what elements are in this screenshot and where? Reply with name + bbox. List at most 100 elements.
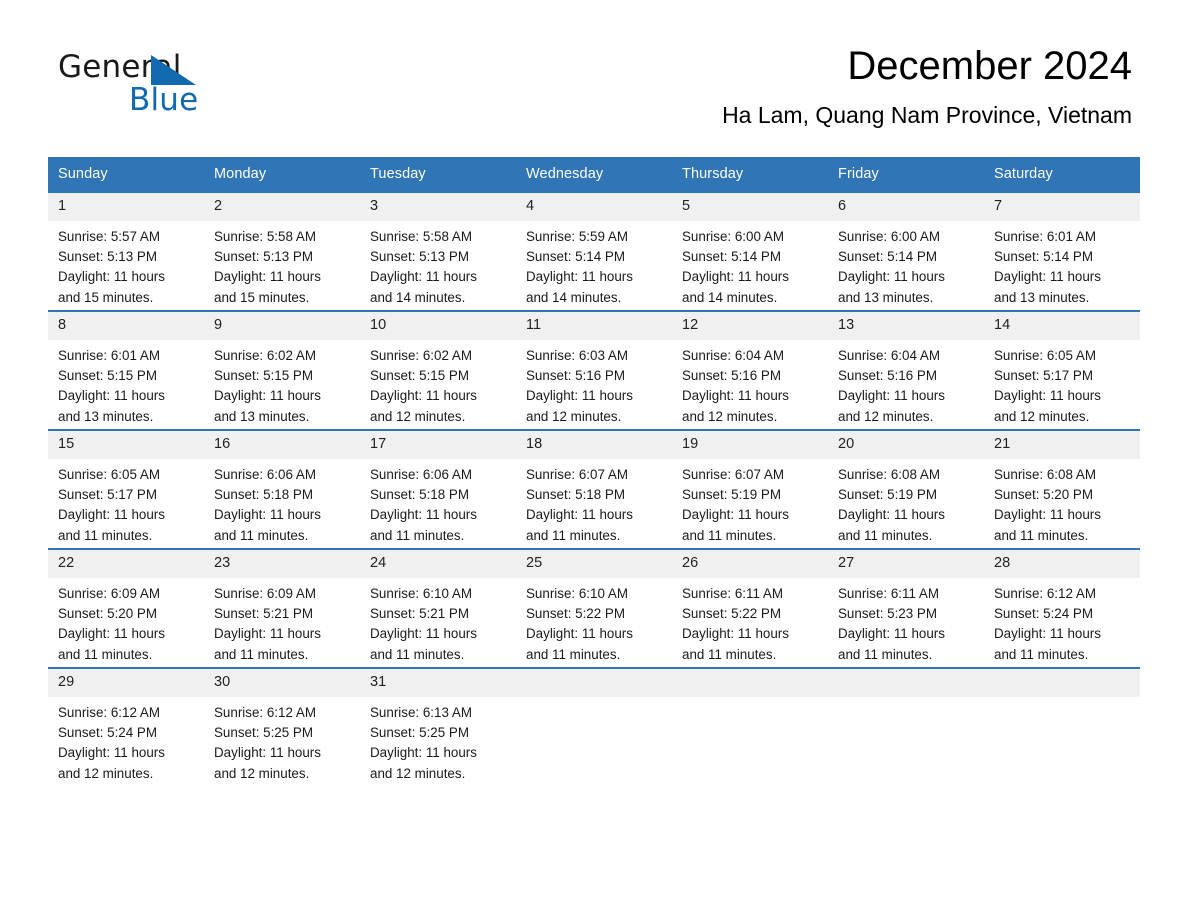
day-number: 27: [828, 550, 984, 578]
day-cell[interactable]: 31 Sunrise: 6:13 AM Sunset: 5:25 PM Dayl…: [360, 667, 516, 784]
day-number: 18: [516, 431, 672, 459]
daylight-text-line1: Daylight: 11 hours: [526, 507, 633, 523]
sunrise-text: Sunrise: 6:05 AM: [58, 467, 160, 482]
day-cell[interactable]: 30 Sunrise: 6:12 AM Sunset: 5:25 PM Dayl…: [204, 667, 360, 784]
daylight-text-line1: Daylight: 11 hours: [682, 388, 789, 404]
daylight-text-line1: Daylight: 11 hours: [838, 507, 945, 523]
day-cell[interactable]: 9 Sunrise: 6:02 AM Sunset: 5:15 PM Dayli…: [204, 310, 360, 430]
daylight-text-line2: and 12 minutes.: [526, 408, 622, 424]
daylight-text-line1: Daylight: 11 hours: [838, 626, 945, 642]
sunrise-text: Sunrise: 6:07 AM: [526, 467, 628, 482]
day-number: 25: [516, 550, 672, 578]
day-number: 23: [204, 550, 360, 578]
sunset-text: Sunset: 5:23 PM: [838, 606, 937, 622]
day-info: Sunrise: 6:09 AM Sunset: 5:20 PM Dayligh…: [48, 578, 204, 665]
sunset-text: Sunset: 5:19 PM: [682, 487, 781, 503]
day-cell[interactable]: 3 Sunrise: 5:58 AM Sunset: 5:13 PM Dayli…: [360, 191, 516, 311]
weekday-header-saturday: Saturday: [984, 157, 1140, 192]
day-cell[interactable]: 11 Sunrise: 6:03 AM Sunset: 5:16 PM Dayl…: [516, 310, 672, 430]
day-cell[interactable]: 15 Sunrise: 6:05 AM Sunset: 5:17 PM Dayl…: [48, 429, 204, 549]
day-cell[interactable]: 10 Sunrise: 6:02 AM Sunset: 5:15 PM Dayl…: [360, 310, 516, 430]
day-cell[interactable]: 23 Sunrise: 6:09 AM Sunset: 5:21 PM Dayl…: [204, 548, 360, 668]
day-cell[interactable]: 26 Sunrise: 6:11 AM Sunset: 5:22 PM Dayl…: [672, 548, 828, 668]
day-info: Sunrise: 6:06 AM Sunset: 5:18 PM Dayligh…: [204, 459, 360, 546]
day-cell[interactable]: 20 Sunrise: 6:08 AM Sunset: 5:19 PM Dayl…: [828, 429, 984, 549]
day-cell[interactable]: 28 Sunrise: 6:12 AM Sunset: 5:24 PM Dayl…: [984, 548, 1140, 668]
sunset-text: Sunset: 5:13 PM: [58, 249, 157, 265]
daylight-text-line2: and 13 minutes.: [838, 289, 934, 305]
general-blue-logo[interactable]: General Blue: [58, 52, 288, 122]
day-cell[interactable]: 21 Sunrise: 6:08 AM Sunset: 5:20 PM Dayl…: [984, 429, 1140, 549]
sunset-text: Sunset: 5:19 PM: [838, 487, 937, 503]
daylight-text-line1: Daylight: 11 hours: [58, 626, 165, 642]
sunset-text: Sunset: 5:18 PM: [214, 487, 313, 503]
day-number: 13: [828, 312, 984, 340]
sunset-text: Sunset: 5:14 PM: [994, 249, 1093, 265]
daylight-text-line1: Daylight: 11 hours: [682, 269, 789, 285]
day-cell[interactable]: 17 Sunrise: 6:06 AM Sunset: 5:18 PM Dayl…: [360, 429, 516, 549]
logo-word-blue: Blue: [129, 82, 199, 118]
daylight-text-line1: Daylight: 11 hours: [370, 269, 477, 285]
sunset-text: Sunset: 5:18 PM: [526, 487, 625, 503]
daylight-text-line2: and 11 minutes.: [370, 646, 465, 662]
daylight-text-line2: and 12 minutes.: [214, 765, 310, 781]
sunrise-text: Sunrise: 6:01 AM: [58, 348, 160, 363]
day-cell[interactable]: 14 Sunrise: 6:05 AM Sunset: 5:17 PM Dayl…: [984, 310, 1140, 430]
day-cell[interactable]: 12 Sunrise: 6:04 AM Sunset: 5:16 PM Dayl…: [672, 310, 828, 430]
sunrise-text: Sunrise: 6:08 AM: [838, 467, 940, 482]
sunrise-text: Sunrise: 6:02 AM: [214, 348, 316, 363]
sunset-text: Sunset: 5:17 PM: [58, 487, 157, 503]
day-info: Sunrise: 6:12 AM Sunset: 5:24 PM Dayligh…: [984, 578, 1140, 665]
day-cell[interactable]: 22 Sunrise: 6:09 AM Sunset: 5:20 PM Dayl…: [48, 548, 204, 668]
daylight-text-line1: Daylight: 11 hours: [214, 269, 321, 285]
sunrise-text: Sunrise: 6:06 AM: [214, 467, 316, 482]
weekday-header-friday: Friday: [828, 157, 984, 192]
day-info: Sunrise: 5:58 AM Sunset: 5:13 PM Dayligh…: [360, 221, 516, 308]
day-info: Sunrise: 6:01 AM Sunset: 5:15 PM Dayligh…: [48, 340, 204, 427]
day-cell[interactable]: 25 Sunrise: 6:10 AM Sunset: 5:22 PM Dayl…: [516, 548, 672, 668]
daylight-text-line1: Daylight: 11 hours: [58, 269, 165, 285]
weekday-header-sunday: Sunday: [48, 157, 204, 192]
day-cell[interactable]: 16 Sunrise: 6:06 AM Sunset: 5:18 PM Dayl…: [204, 429, 360, 549]
sunset-text: Sunset: 5:24 PM: [58, 725, 157, 741]
daylight-text-line1: Daylight: 11 hours: [994, 269, 1101, 285]
day-cell[interactable]: 1 Sunrise: 5:57 AM Sunset: 5:13 PM Dayli…: [48, 191, 204, 311]
day-info: Sunrise: 5:58 AM Sunset: 5:13 PM Dayligh…: [204, 221, 360, 308]
daylight-text-line1: Daylight: 11 hours: [526, 626, 633, 642]
daylight-text-line2: and 14 minutes.: [682, 289, 778, 305]
day-cell[interactable]: 13 Sunrise: 6:04 AM Sunset: 5:16 PM Dayl…: [828, 310, 984, 430]
weekday-header-wednesday: Wednesday: [516, 157, 672, 192]
sunset-text: Sunset: 5:13 PM: [214, 249, 313, 265]
sunset-text: Sunset: 5:22 PM: [526, 606, 625, 622]
day-number: [672, 669, 828, 697]
daylight-text-line2: and 11 minutes.: [370, 527, 465, 543]
day-cell[interactable]: 18 Sunrise: 6:07 AM Sunset: 5:18 PM Dayl…: [516, 429, 672, 549]
sunrise-text: Sunrise: 6:03 AM: [526, 348, 628, 363]
title-block: December 2024 Ha Lam, Quang Nam Province…: [722, 44, 1132, 129]
day-cell[interactable]: 19 Sunrise: 6:07 AM Sunset: 5:19 PM Dayl…: [672, 429, 828, 549]
daylight-text-line1: Daylight: 11 hours: [682, 507, 789, 523]
day-cell[interactable]: 2 Sunrise: 5:58 AM Sunset: 5:13 PM Dayli…: [204, 191, 360, 311]
day-info: Sunrise: 6:12 AM Sunset: 5:25 PM Dayligh…: [204, 697, 360, 784]
sunrise-text: Sunrise: 5:59 AM: [526, 229, 628, 244]
day-number: 6: [828, 193, 984, 221]
day-info: Sunrise: 6:07 AM Sunset: 5:18 PM Dayligh…: [516, 459, 672, 546]
day-number: 7: [984, 193, 1140, 221]
day-cell[interactable]: 7 Sunrise: 6:01 AM Sunset: 5:14 PM Dayli…: [984, 191, 1140, 311]
day-cell[interactable]: 4 Sunrise: 5:59 AM Sunset: 5:14 PM Dayli…: [516, 191, 672, 311]
calendar-page: General Blue December 2024 Ha Lam, Quang…: [0, 0, 1188, 918]
day-cell[interactable]: 5 Sunrise: 6:00 AM Sunset: 5:14 PM Dayli…: [672, 191, 828, 311]
day-number: 26: [672, 550, 828, 578]
day-cell[interactable]: 6 Sunrise: 6:00 AM Sunset: 5:14 PM Dayli…: [828, 191, 984, 311]
day-cell[interactable]: 8 Sunrise: 6:01 AM Sunset: 5:15 PM Dayli…: [48, 310, 204, 430]
sunset-text: Sunset: 5:16 PM: [682, 368, 781, 384]
day-cell[interactable]: 24 Sunrise: 6:10 AM Sunset: 5:21 PM Dayl…: [360, 548, 516, 668]
day-cell[interactable]: 29 Sunrise: 6:12 AM Sunset: 5:24 PM Dayl…: [48, 667, 204, 784]
daylight-text-line2: and 12 minutes.: [58, 765, 154, 781]
sunrise-text: Sunrise: 6:02 AM: [370, 348, 472, 363]
daylight-text-line2: and 11 minutes.: [58, 527, 153, 543]
daylight-text-line2: and 11 minutes.: [682, 527, 777, 543]
day-number: 2: [204, 193, 360, 221]
sunrise-text: Sunrise: 5:57 AM: [58, 229, 160, 244]
day-cell[interactable]: 27 Sunrise: 6:11 AM Sunset: 5:23 PM Dayl…: [828, 548, 984, 668]
